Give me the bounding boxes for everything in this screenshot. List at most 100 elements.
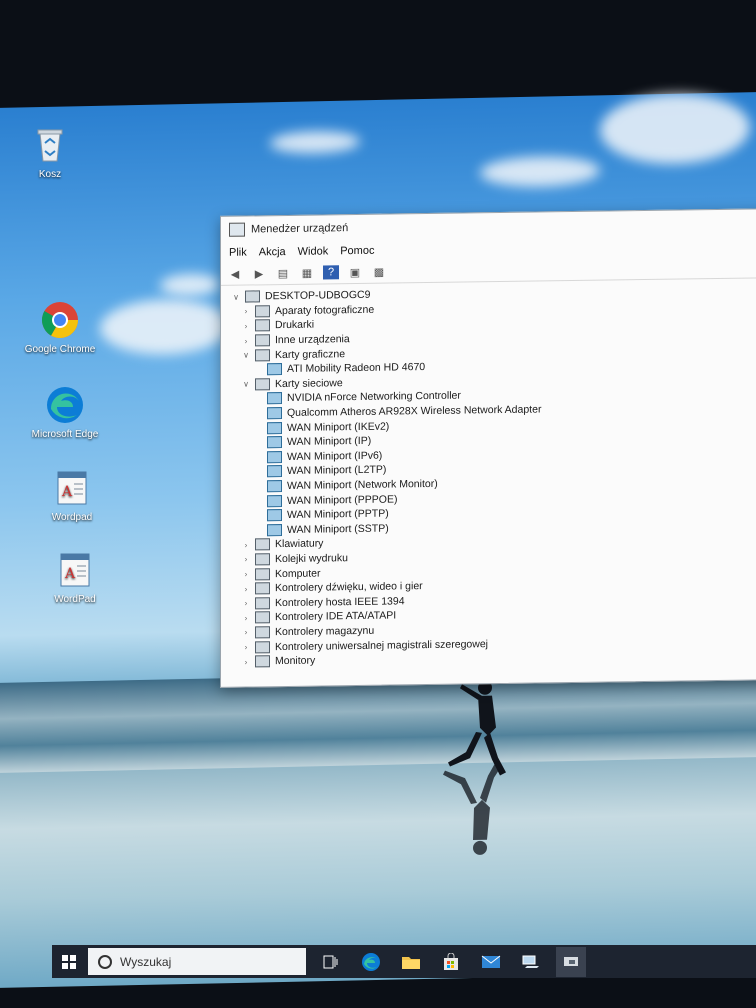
expand-icon[interactable]: › (241, 628, 251, 637)
mail-icon (481, 955, 501, 968)
desktop-icon-wordpad-2[interactable]: A WordPad (35, 550, 115, 605)
tree-item-label: Karty graficzne (275, 347, 346, 361)
category-icon (255, 655, 270, 668)
computer-icon (245, 290, 260, 303)
show-hide-icon[interactable]: ▦ (299, 266, 315, 280)
wordpad-icon: A (52, 468, 92, 508)
help-icon[interactable]: ? (323, 265, 339, 280)
tree-item-label: Kontrolery uniwersalnej magistrali szere… (275, 637, 489, 653)
expand-icon[interactable]: › (241, 321, 251, 331)
taskbar-edge-button[interactable] (356, 947, 386, 977)
start-icon (62, 954, 76, 969)
device-tree: ∨ DESKTOP-UDBOGC9 › Aparaty fotograficzne… (221, 278, 756, 669)
tree-item-label: Kontrolery hosta IEEE 1394 (275, 595, 405, 609)
properties-icon[interactable]: ▤ (275, 266, 291, 280)
expand-icon[interactable]: › (241, 336, 251, 345)
expand-icon[interactable]: › (241, 584, 251, 593)
desktop-icon-label: Microsoft Edge (31, 429, 99, 440)
category-icon (255, 348, 270, 362)
desktop-icon-label: Wordpad (51, 512, 93, 523)
expand-icon[interactable]: › (241, 570, 251, 579)
collapse-icon[interactable]: ∨ (241, 380, 251, 389)
taskbar-search-box[interactable]: Wyszukaj (88, 948, 306, 975)
device-icon (267, 407, 282, 420)
network-icon (522, 955, 539, 968)
category-icon (255, 582, 270, 595)
menu-plik[interactable]: Plik (229, 247, 247, 259)
menu-pomoc[interactable]: Pomoc (340, 245, 374, 257)
category-icon (255, 319, 270, 332)
device-icon (267, 392, 282, 405)
category-icon (255, 538, 270, 551)
desktop-icon-wordpad[interactable]: A Wordpad (32, 468, 112, 523)
tree-items: › Aparaty fotograficzne › Drukarki › Inne urz… (231, 297, 756, 670)
category-icon (255, 378, 270, 391)
task-view-icon (323, 955, 338, 968)
desktop-icon-recycle-bin[interactable]: Kosz (10, 125, 90, 180)
task-view-button[interactable] (316, 947, 346, 977)
window-title: Menedżer urządzeń (251, 222, 349, 236)
chrome-icon (40, 300, 80, 340)
scan-hardware-icon[interactable]: ▩ (371, 265, 387, 279)
collapse-icon[interactable]: ∨ (231, 292, 241, 301)
update-driver-icon[interactable]: ▣ (347, 265, 363, 279)
expand-icon[interactable]: › (241, 643, 251, 652)
tree-item-label: Monitory (275, 654, 316, 668)
cloud (270, 130, 360, 155)
expand-icon[interactable]: › (241, 657, 251, 666)
category-icon (255, 305, 270, 318)
tree-item-label: WAN Miniport (PPPOE) (287, 493, 398, 507)
tree-item-label: WAN Miniport (PPTP) (287, 507, 389, 522)
expand-icon[interactable]: › (241, 599, 251, 608)
tree-item-label: ATI Mobility Radeon HD 4670 (287, 361, 426, 376)
taskbar-device-manager-button[interactable] (556, 946, 586, 977)
svg-text:A: A (61, 484, 73, 500)
cloud (600, 92, 750, 166)
search-placeholder: Wyszukaj (120, 954, 172, 969)
expand-icon[interactable]: › (241, 555, 251, 564)
desktop-icon-label: WordPad (54, 594, 96, 605)
wordpad-icon: A (55, 550, 95, 590)
tree-item-label: WAN Miniport (L2TP) (287, 464, 387, 478)
taskbar-explorer-button[interactable] (396, 947, 426, 977)
device-icon (267, 494, 282, 507)
taskbar-store-button[interactable] (436, 947, 466, 977)
desktop-icon-edge[interactable]: Microsoft Edge (25, 385, 105, 440)
category-icon (255, 640, 270, 653)
device-manager-icon (564, 956, 578, 966)
device-icon (267, 436, 282, 449)
start-button[interactable] (52, 945, 86, 978)
category-icon (255, 567, 270, 581)
menu-widok[interactable]: Widok (298, 245, 329, 257)
device-manager-window[interactable]: Menedżer urządzeń Plik Akcja Widok Pomoc… (220, 208, 756, 688)
tree-item-label: Aparaty fotograficzne (275, 303, 375, 318)
runner-silhouette (443, 680, 506, 855)
back-icon[interactable]: ◀ (227, 267, 243, 281)
expand-icon[interactable]: › (241, 613, 251, 622)
edge-icon (45, 385, 85, 425)
expand-icon[interactable]: › (241, 307, 251, 316)
category-icon (255, 334, 270, 347)
tree-item-label: NVIDIA nForce Networking Controller (287, 390, 461, 405)
tree-item-label: WAN Miniport (SSTP) (287, 522, 389, 536)
menu-akcja[interactable]: Akcja (259, 246, 286, 258)
tree-root-label: DESKTOP-UDBOGC9 (265, 289, 371, 303)
tree-item-label: Kontrolery magazynu (275, 624, 375, 639)
tree-item-label: Komputer (275, 567, 321, 580)
desktop-icon-label: Google Chrome (24, 344, 96, 355)
taskbar-mail-button[interactable] (476, 947, 506, 977)
expand-icon[interactable]: › (241, 540, 251, 549)
tree-item-label: Klawiatury (275, 537, 324, 551)
tree-item-label: WAN Miniport (IP) (287, 435, 372, 449)
category-icon (255, 553, 270, 566)
desktop-icon-chrome[interactable]: Google Chrome (20, 300, 100, 355)
tree-item-label: Kontrolery IDE ATA/ATAPI (275, 609, 397, 624)
category-icon (255, 596, 270, 610)
taskbar-network-button[interactable] (516, 947, 546, 977)
device-icon (267, 523, 282, 537)
forward-icon[interactable]: ▶ (251, 266, 267, 280)
collapse-icon[interactable]: ∨ (241, 351, 251, 360)
cloud (100, 298, 230, 356)
device-icon (267, 465, 282, 478)
tree-item-label: Kontrolery dźwięku, wideo i gier (275, 580, 423, 595)
